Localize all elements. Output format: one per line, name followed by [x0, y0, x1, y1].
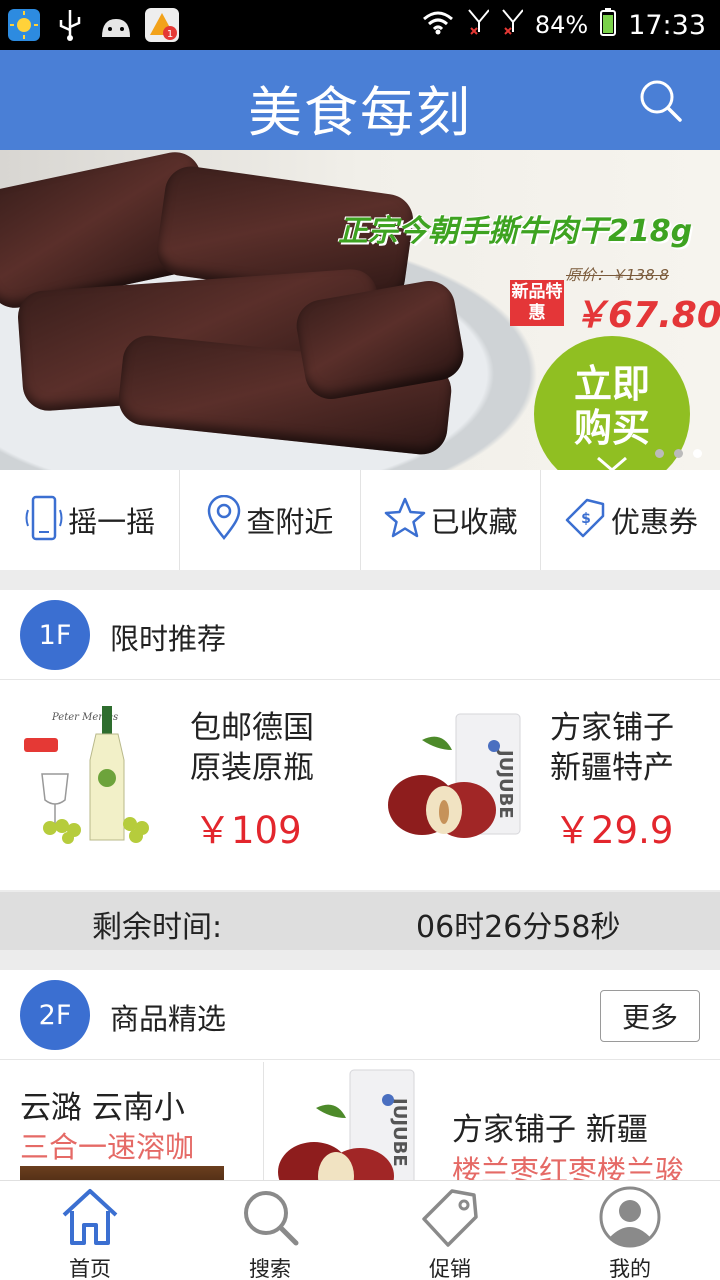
- svg-text:JUJUBE: JUJUBE: [389, 1096, 410, 1167]
- carousel-dot[interactable]: [655, 449, 664, 458]
- search-icon[interactable]: [638, 78, 684, 124]
- promo-banner[interactable]: 正宗今朝手撕牛肉干218g 原价：￥138.8 新品特惠 ￥67.80 立即购买: [0, 150, 720, 470]
- nav-label: 我的: [609, 1257, 651, 1280]
- nav-label: 搜索: [249, 1257, 291, 1280]
- carousel-indicator: [655, 449, 702, 458]
- coffee-product-image: [20, 1166, 224, 1180]
- bottom-navigation: 首页 搜索 促销 我的: [0, 1180, 720, 1280]
- product-subtitle: 楼兰枣红枣楼兰骏: [452, 1154, 685, 1180]
- user-avatar-icon: [598, 1185, 662, 1249]
- nav-profile[interactable]: 我的: [540, 1181, 720, 1280]
- search-icon: [238, 1185, 302, 1249]
- product-title: 方家铺子 新疆: [452, 1112, 648, 1148]
- product-name-line: 包邮德国: [190, 710, 314, 746]
- floor-badge: 2F: [20, 980, 90, 1050]
- coupon-icon: $: [563, 496, 607, 544]
- clock: 17:33: [628, 9, 706, 41]
- section-flash-recommend: 1F 限时推荐 Peter Mertes 包邮德国 原装原瓶 ￥109 JUJU…: [0, 590, 720, 890]
- banner-price: ￥67.80: [572, 295, 720, 336]
- carousel-dot[interactable]: [674, 449, 683, 458]
- star-icon: [383, 496, 427, 544]
- quick-menu-shake[interactable]: 摇一摇: [0, 470, 181, 570]
- product-subtitle: 三合一速溶咖: [20, 1130, 195, 1164]
- countdown-value: 06时26分58秒: [416, 910, 621, 945]
- nav-label: 首页: [69, 1257, 111, 1280]
- section-header: 2F 商品精选 更多: [0, 970, 720, 1060]
- quick-menu-label: 摇一摇: [68, 505, 156, 539]
- banner-headline: 正宗今朝手撕牛肉干218g: [338, 214, 693, 249]
- wine-bottle-image: Peter Mertes: [20, 700, 170, 850]
- nav-home[interactable]: 首页: [0, 1181, 180, 1280]
- section-featured-products: 2F 商品精选 更多 云潞 云南小 三合一速溶咖 JUJUBE 方家铺子 新疆 …: [0, 970, 720, 1180]
- product-name: 包邮德国 原装原瓶: [190, 708, 314, 788]
- usb-icon: [52, 7, 88, 43]
- nav-promotions[interactable]: 促销: [360, 1181, 540, 1280]
- home-icon: [58, 1185, 122, 1249]
- quick-menu-nearby[interactable]: 查附近: [180, 470, 361, 570]
- section-title: 限时推荐: [110, 622, 227, 656]
- wifi-icon: [421, 9, 455, 41]
- android-icon: [98, 7, 134, 43]
- product-title: 云潞 云南小: [20, 1090, 185, 1126]
- app-notification-icon: 1: [144, 7, 180, 43]
- quick-menu: 摇一摇 查附近 已收藏 $ 优惠券: [0, 470, 720, 570]
- svg-text:1: 1: [167, 29, 173, 40]
- product-card-jujube[interactable]: JUJUBE 方家铺子 新疆特产 ￥29.9: [360, 700, 720, 870]
- more-button[interactable]: 更多: [600, 990, 700, 1042]
- buy-now-label: 立即购买: [573, 362, 650, 450]
- quick-menu-label: 查附近: [246, 505, 334, 539]
- tag-icon: [418, 1185, 482, 1249]
- product-name-line: 新疆特产: [550, 750, 674, 786]
- banner-new-tag: 新品特惠: [510, 280, 564, 326]
- banner-original-price: 原价：￥138.8: [566, 266, 669, 284]
- quick-menu-label: 已收藏: [430, 505, 518, 539]
- quick-menu-label: 优惠券: [610, 505, 698, 539]
- svg-text:$: $: [581, 511, 591, 527]
- countdown-label: 剩余时间:: [92, 910, 223, 945]
- product-price: ￥109: [194, 809, 302, 852]
- location-pin-icon: [206, 494, 242, 545]
- quick-menu-favorites[interactable]: 已收藏: [361, 470, 541, 570]
- product-name-line: 原装原瓶: [190, 750, 314, 786]
- product-price: ￥29.9: [554, 809, 674, 852]
- app-bar: 美食每刻: [0, 50, 720, 150]
- weather-icon: [6, 7, 42, 43]
- jujube-package-image: JUJUBE: [270, 1068, 430, 1180]
- product-name: 方家铺子 新疆特产: [550, 708, 674, 788]
- section-header: 1F 限时推荐: [0, 590, 720, 680]
- svg-text:JUJUBE: JUJUBE: [495, 748, 516, 819]
- nav-search[interactable]: 搜索: [180, 1181, 360, 1280]
- status-bar: 1 84% 17:33: [0, 0, 720, 50]
- product-card-coffee[interactable]: 云潞 云南小 三合一速溶咖: [0, 1062, 264, 1180]
- signal-sim2-icon: [501, 8, 524, 42]
- floor-badge: 1F: [20, 600, 90, 670]
- phone-shake-icon: [24, 494, 64, 546]
- battery-icon: [600, 8, 617, 42]
- section-title: 商品精选: [110, 1002, 227, 1036]
- jujube-package-image: JUJUBE: [382, 710, 532, 860]
- quick-menu-coupons[interactable]: $ 优惠券: [541, 470, 720, 570]
- product-name-line: 方家铺子: [550, 710, 674, 746]
- product-card-wine[interactable]: Peter Mertes 包邮德国 原装原瓶 ￥109: [0, 700, 360, 870]
- countdown-bar: 剩余时间: 06时26分58秒: [0, 892, 720, 950]
- app-title: 美食每刻: [248, 81, 472, 144]
- battery-percent: 84%: [534, 11, 589, 39]
- carousel-dot-active[interactable]: [693, 449, 702, 458]
- signal-sim1-icon: [467, 8, 490, 42]
- nav-label: 促销: [429, 1257, 471, 1280]
